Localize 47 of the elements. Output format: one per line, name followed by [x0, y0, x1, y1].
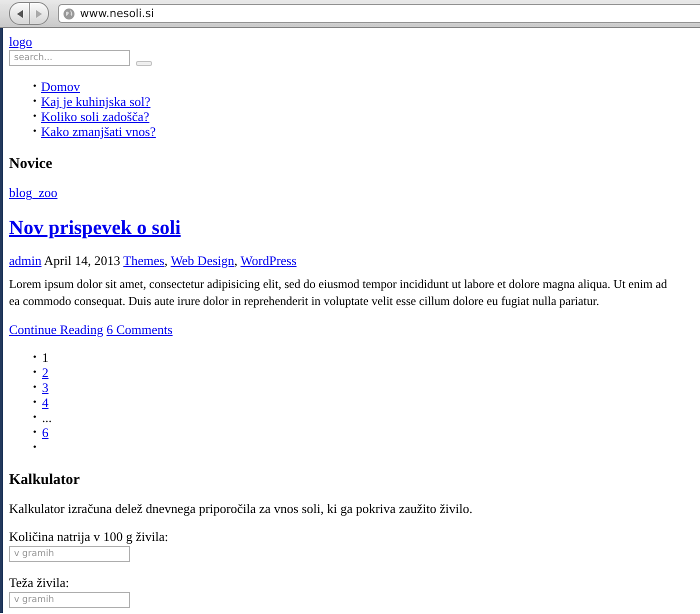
- list-bullet: •: [33, 396, 38, 410]
- nav-link[interactable]: Kako zmanjšati vnos?: [41, 124, 156, 139]
- search-field[interactable]: search...: [9, 50, 130, 66]
- blog-link[interactable]: blog_zoo: [9, 185, 58, 200]
- post-title-link[interactable]: Nov prispevek o soli: [9, 217, 181, 239]
- comments-link[interactable]: 6 Comments: [106, 322, 173, 337]
- category-link[interactable]: Themes: [123, 253, 164, 268]
- forward-icon: [35, 8, 43, 18]
- nav-link[interactable]: Koliko soli zadošča?: [41, 109, 150, 124]
- category-link[interactable]: Web Design: [170, 253, 234, 268]
- post-date: April 14, 2013: [44, 253, 120, 268]
- field-label: Teža živila:: [9, 575, 70, 590]
- input-field[interactable]: v gramih: [9, 592, 130, 608]
- list-bullet: •: [33, 381, 38, 395]
- globe-icon: [63, 8, 75, 20]
- continue-reading-link[interactable]: Continue Reading: [9, 322, 104, 337]
- list-bullet: •: [33, 80, 38, 94]
- field-label: Količina natrija v 100 g živila:: [9, 529, 170, 544]
- input-field[interactable]: v gramih: [9, 546, 130, 562]
- post-excerpt: Lorem ipsum dolor sit amet, consectetur adipisicing elit, sed do eiusmod tempor incididunt ut labore et dolore magna aliqua. Ut enim ad ea commodo consequat. Duis aute irure dolor in reprehenderit in voluptate velit esse cillum dolore eu fugiat nulla pariatur.: [9, 276, 668, 310]
- nav-link[interactable]: Kaj je kuhinjska sol?: [41, 94, 150, 109]
- category-link[interactable]: WordPress: [240, 253, 297, 268]
- calculator-description: Kalkulator izračuna delež dnevnega priporočila za vnos soli, ki ga pokriva zaužito živilo.: [9, 501, 474, 516]
- list-bullet: •: [33, 351, 38, 365]
- section-heading: Novice: [9, 155, 54, 173]
- logo-link[interactable]: logo: [9, 34, 32, 49]
- comma-separator: ,: [164, 253, 168, 268]
- page-link[interactable]: 4: [42, 395, 48, 410]
- list-bullet: •: [33, 95, 38, 109]
- comma-separator: ,: [234, 253, 238, 268]
- back-icon: [14, 8, 24, 18]
- author-link[interactable]: admin: [9, 253, 42, 268]
- nav-link[interactable]: Domov: [41, 79, 80, 94]
- current-page: 1: [42, 350, 48, 365]
- page-link[interactable]: 6: [42, 425, 48, 440]
- list-bullet: •: [33, 125, 38, 139]
- list-bullet: •: [33, 366, 38, 380]
- list-bullet: •: [33, 411, 38, 425]
- list-bullet: •: [33, 110, 38, 124]
- address-bar[interactable]: www.nesoli.si: [58, 4, 700, 23]
- page-link[interactable]: 3: [42, 380, 48, 395]
- list-bullet: •: [33, 441, 38, 455]
- page-link[interactable]: 2: [42, 365, 48, 380]
- section-heading: Kalkulator: [9, 471, 81, 489]
- url-text: www.nesoli.si: [80, 7, 154, 20]
- list-bullet: •: [33, 426, 38, 440]
- page-ellipsis: ...: [42, 410, 52, 425]
